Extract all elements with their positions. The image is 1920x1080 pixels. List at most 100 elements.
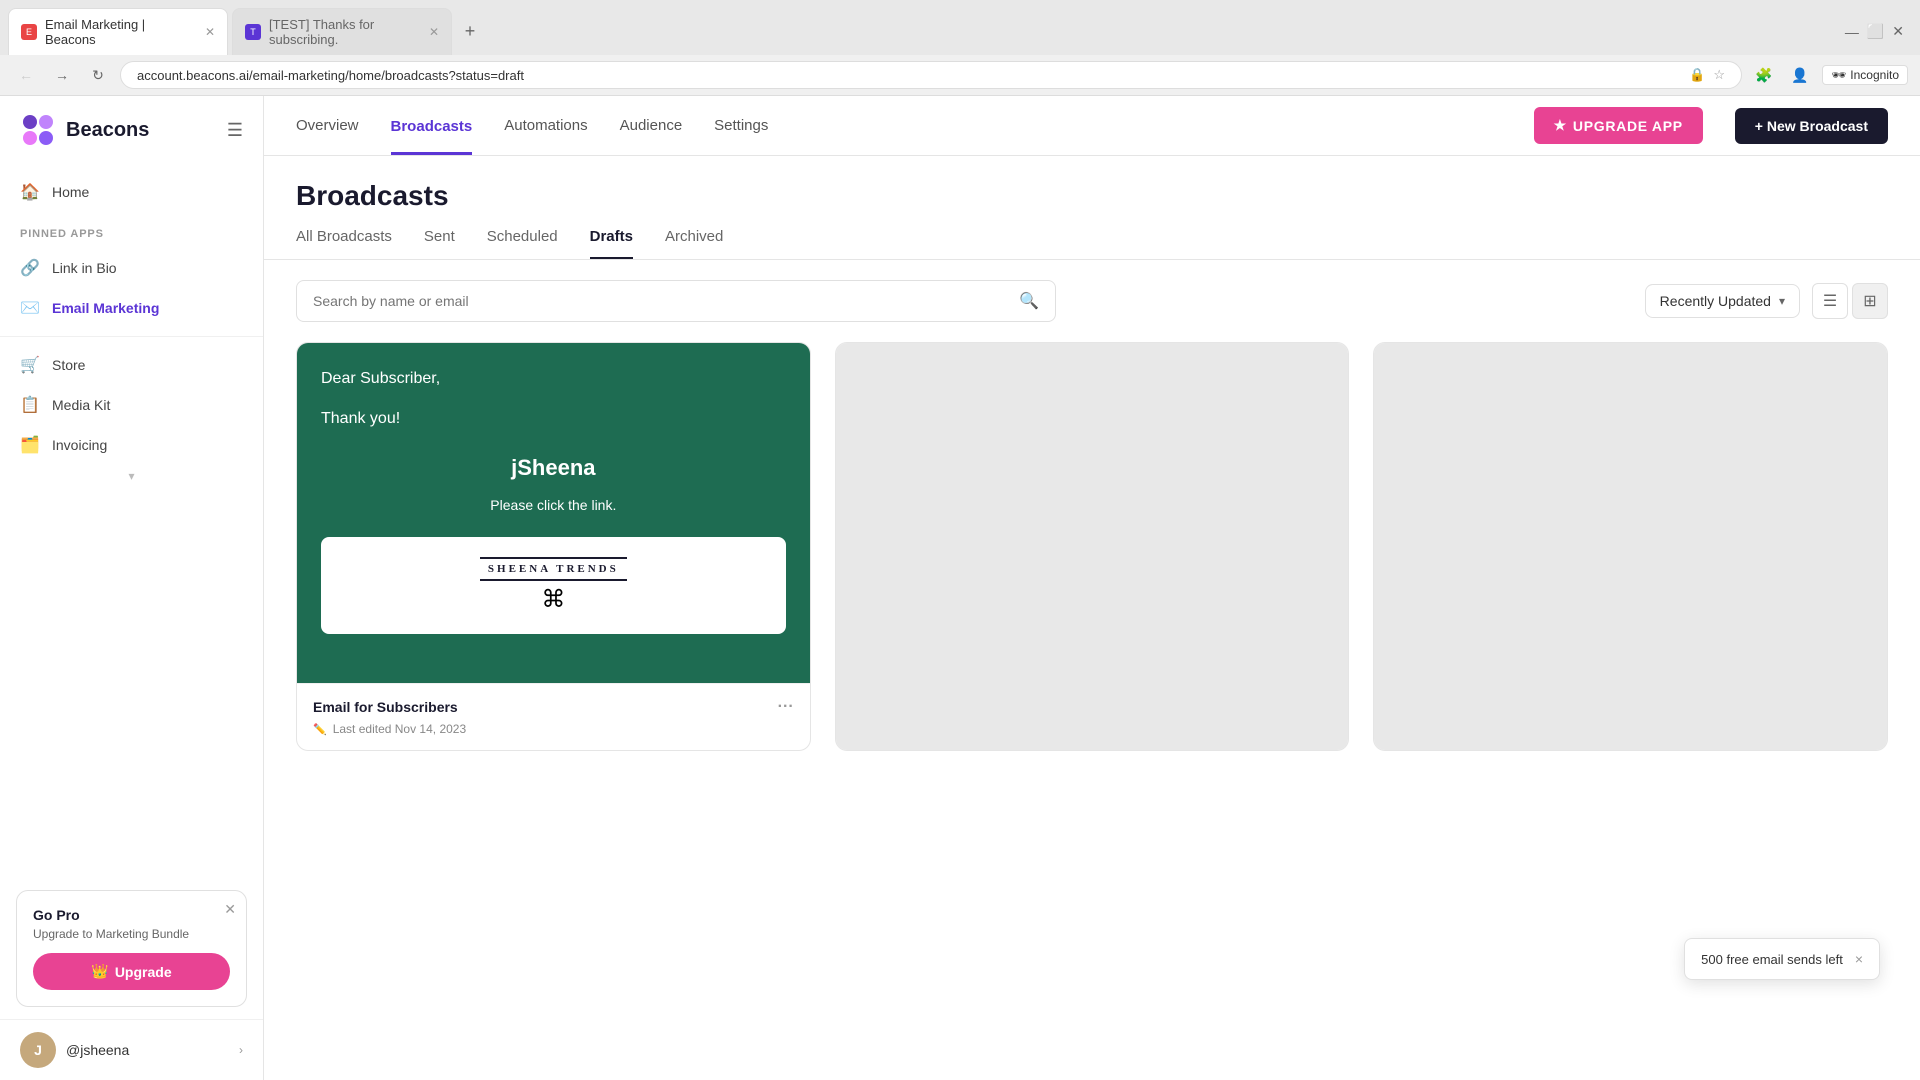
back-button[interactable]: ← xyxy=(12,61,40,89)
sidebar-item-home[interactable]: 🏠 Home xyxy=(0,172,263,212)
upgrade-button[interactable]: 👑 Upgrade xyxy=(33,953,230,990)
upgrade-app-label: UPGRADE APP xyxy=(1573,118,1683,134)
broadcast-card-1[interactable]: Dear Subscriber, Thank you! jSheena Plea… xyxy=(296,342,811,751)
url-text: account.beacons.ai/email-marketing/home/… xyxy=(137,68,1681,83)
user-avatar: J xyxy=(20,1032,56,1068)
list-view-button[interactable]: ☰ xyxy=(1812,283,1848,319)
broadcast-card-3[interactable]: Untitled 11/1... ··· ✏️ Last edited Nov … xyxy=(1373,342,1888,751)
nav-item-audience[interactable]: Audience xyxy=(620,113,683,138)
profile-icon[interactable]: 👤 xyxy=(1786,61,1814,89)
filter-controls: Recently Updated ▾ ☰ ⊞ xyxy=(1645,283,1888,319)
tab-close-window-icon[interactable]: ✕ xyxy=(1892,23,1904,40)
go-pro-card: ✕ Go Pro Upgrade to Marketing Bundle 👑 U… xyxy=(16,890,247,1007)
new-tab-button[interactable]: + xyxy=(456,18,484,46)
sidebar-item-media-kit-label: Media Kit xyxy=(52,397,110,413)
content-header: Broadcasts xyxy=(264,156,1920,212)
sidebar-item-invoicing-label: Invoicing xyxy=(52,437,107,453)
nav-item-automations[interactable]: Automations xyxy=(504,113,587,138)
card-1-link: Please click the link. xyxy=(321,497,786,513)
card-1-logo: SHEENA TRENDS ⌘ xyxy=(321,537,786,634)
sort-dropdown[interactable]: Recently Updated ▾ xyxy=(1645,284,1800,318)
tab-active[interactable]: E Email Marketing | Beacons ✕ xyxy=(8,8,228,55)
tab-close-1[interactable]: ✕ xyxy=(205,25,215,39)
broadcasts-grid: Dear Subscriber, Thank you! jSheena Plea… xyxy=(264,342,1920,783)
card-3-preview xyxy=(1374,343,1887,750)
invoicing-icon: 🗂️ xyxy=(20,435,40,455)
link-in-bio-icon: 🔗 xyxy=(20,258,40,278)
tab-restore-icon[interactable]: ⬜ xyxy=(1867,23,1884,40)
card-1-thanks: Thank you! xyxy=(321,407,786,431)
username-label: @jsheena xyxy=(66,1042,229,1058)
upgrade-crown-icon: 👑 xyxy=(91,963,108,980)
sidebar-item-email-marketing[interactable]: ✉️ Email Marketing xyxy=(0,288,263,328)
sort-dropdown-arrow: ▾ xyxy=(1779,294,1785,308)
media-kit-icon: 📋 xyxy=(20,395,40,415)
content-tabs: All Broadcasts Sent Scheduled Drafts Arc… xyxy=(264,212,1920,260)
sidebar-item-store[interactable]: 🛒 Store xyxy=(0,345,263,385)
app-layout: Beacons ☰ 🏠 Home PINNED APPS 🔗 Link in B… xyxy=(0,96,1920,1080)
main-content: Broadcasts All Broadcasts Sent Scheduled… xyxy=(264,156,1920,1080)
lock-icon: 🔒 xyxy=(1689,67,1705,83)
tab-archived[interactable]: Archived xyxy=(665,228,723,259)
new-broadcast-button[interactable]: + New Broadcast xyxy=(1735,108,1888,144)
tab-drafts[interactable]: Drafts xyxy=(590,228,633,259)
view-toggle: ☰ ⊞ xyxy=(1812,283,1888,319)
tab-title-1: Email Marketing | Beacons xyxy=(45,17,197,47)
card-1-name: jSheena xyxy=(321,455,786,481)
upgrade-app-button[interactable]: ★ UPGRADE APP xyxy=(1534,107,1703,144)
search-box: 🔍 xyxy=(296,280,1056,322)
tab-inactive[interactable]: T [TEST] Thanks for subscribing. ✕ xyxy=(232,8,452,55)
reload-button[interactable]: ↻ xyxy=(84,61,112,89)
search-input[interactable] xyxy=(313,293,1009,309)
go-pro-title: Go Pro xyxy=(33,907,230,923)
menu-icon[interactable]: ☰ xyxy=(227,120,243,141)
grid-view-button[interactable]: ⊞ xyxy=(1852,283,1888,319)
new-broadcast-label: + New Broadcast xyxy=(1755,118,1868,134)
incognito-badge: 🕶 Incognito xyxy=(1822,65,1908,85)
tab-close-2[interactable]: ✕ xyxy=(429,25,439,39)
address-bar[interactable]: account.beacons.ai/email-marketing/home/… xyxy=(120,61,1742,89)
tab-sent[interactable]: Sent xyxy=(424,228,455,259)
sidebar-item-link-in-bio[interactable]: 🔗 Link in Bio xyxy=(0,248,263,288)
store-icon: 🛒 xyxy=(20,355,40,375)
card-1-footer: Email for Subscribers ··· ✏️ Last edited… xyxy=(297,683,810,750)
card-1-title-row: Email for Subscribers ··· xyxy=(313,698,794,716)
card-1-more-button[interactable]: ··· xyxy=(778,698,794,716)
star-icon[interactable]: ☆ xyxy=(1713,67,1725,83)
incognito-icon: 🕶 xyxy=(1831,68,1846,82)
tooltip-text: 500 free email sends left xyxy=(1701,952,1843,967)
sidebar-item-email-marketing-label: Email Marketing xyxy=(52,300,159,316)
go-pro-subtitle: Upgrade to Marketing Bundle xyxy=(33,927,230,941)
tab-bar: E Email Marketing | Beacons ✕ T [TEST] T… xyxy=(0,0,1920,55)
tooltip-close-button[interactable]: × xyxy=(1855,951,1863,967)
tab-all-broadcasts[interactable]: All Broadcasts xyxy=(296,228,392,259)
card-2-footer: Untitled 11/14/2023 ··· ✏️ Last edited N… xyxy=(836,750,1349,751)
sidebar-user[interactable]: J @jsheena › xyxy=(0,1019,263,1080)
tab-minimize-icon[interactable]: — xyxy=(1845,24,1859,40)
nav-item-broadcasts[interactable]: Broadcasts xyxy=(391,96,473,155)
extension-icon[interactable]: 🧩 xyxy=(1750,61,1778,89)
browser-actions: 🧩 👤 🕶 Incognito xyxy=(1750,61,1908,89)
nav-item-settings[interactable]: Settings xyxy=(714,113,768,138)
search-icon[interactable]: 🔍 xyxy=(1019,291,1039,311)
tab-scheduled[interactable]: Scheduled xyxy=(487,228,558,259)
logo-svg xyxy=(20,112,56,148)
email-sends-tooltip: 500 free email sends left × xyxy=(1684,938,1880,980)
tab-controls: — ⬜ ✕ xyxy=(1845,23,1912,40)
broadcast-card-2[interactable]: Untitled 11/14/2023 ··· ✏️ Last edited N… xyxy=(835,342,1350,751)
tab-favicon-1: E xyxy=(21,24,37,40)
go-pro-close-button[interactable]: ✕ xyxy=(224,901,236,918)
list-view-icon: ☰ xyxy=(1823,291,1837,311)
card-1-preview: Dear Subscriber, Thank you! jSheena Plea… xyxy=(297,343,810,683)
email-marketing-icon: ✉️ xyxy=(20,298,40,318)
forward-button[interactable]: → xyxy=(48,61,76,89)
grid-view-icon: ⊞ xyxy=(1863,291,1876,311)
browser-chrome: E Email Marketing | Beacons ✕ T [TEST] T… xyxy=(0,0,1920,96)
sidebar-item-media-kit[interactable]: 📋 Media Kit xyxy=(0,385,263,425)
page-title: Broadcasts xyxy=(296,180,449,212)
logo-text: Beacons xyxy=(66,119,149,142)
nav-item-overview[interactable]: Overview xyxy=(296,113,359,138)
tab-title-2: [TEST] Thanks for subscribing. xyxy=(269,17,421,47)
card-1-edit-icon: ✏️ xyxy=(313,723,327,736)
sidebar-item-invoicing[interactable]: 🗂️ Invoicing xyxy=(0,425,263,465)
